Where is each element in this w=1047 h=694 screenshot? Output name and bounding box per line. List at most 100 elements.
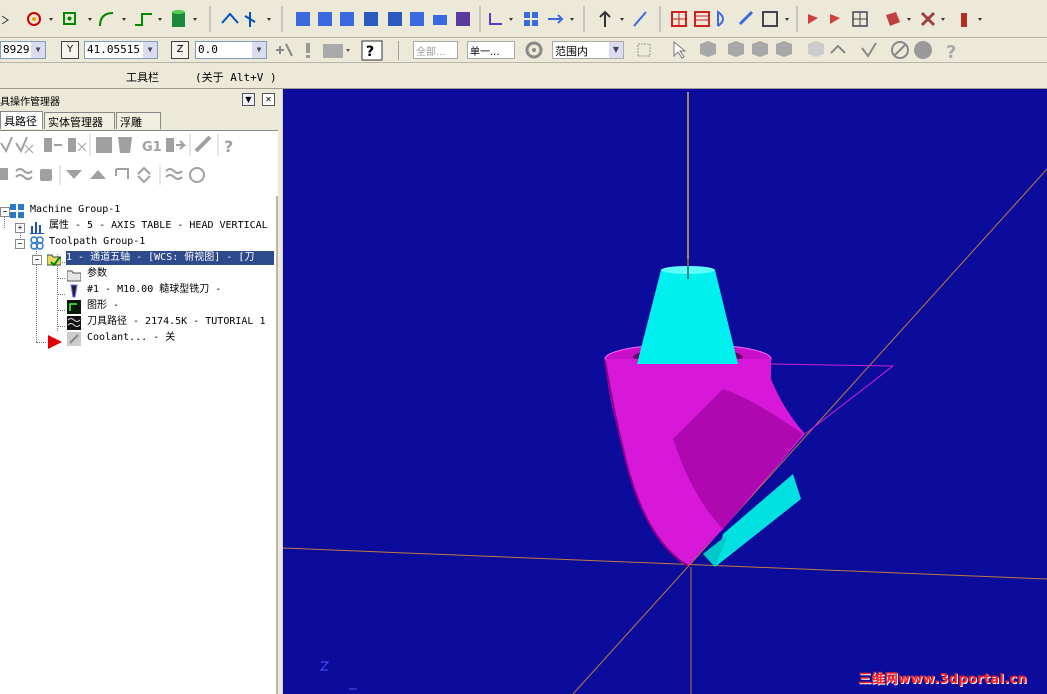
insert-arrow-icon[interactable] xyxy=(115,168,129,179)
tree-item-properties[interactable]: 属性 - 5 - AXIS TABLE - HEAD VERTICAL xyxy=(49,219,268,233)
toolpath-display-icon[interactable] xyxy=(165,168,183,180)
tree-item-toolpath[interactable]: 刀具路径 - 2174.5K - TUTORIAL 1 xyxy=(87,315,265,329)
verify-icon[interactable] xyxy=(118,137,132,153)
analyze-icons[interactable] xyxy=(489,12,564,26)
undo-icon[interactable] xyxy=(830,44,846,54)
tree-item-operation[interactable]: 1 - 通道五轴 - [WCS: 俯视图] - [刀 xyxy=(66,251,274,265)
move-up-icon[interactable] xyxy=(90,170,106,179)
tree-item-geometry[interactable]: 图形 - xyxy=(87,299,119,313)
geometry-icon xyxy=(67,300,81,314)
operation-folder-icon xyxy=(47,254,61,266)
toolpath-icon xyxy=(67,316,81,330)
box-point-icon[interactable] xyxy=(63,12,76,25)
highfeed-icon[interactable] xyxy=(166,138,187,152)
chevron-down-icon[interactable]: ▼ xyxy=(252,42,266,58)
z-axis-indicator xyxy=(319,661,357,690)
z-axis-button[interactable]: Z xyxy=(171,41,189,59)
cylinder-icon[interactable] xyxy=(172,10,185,27)
insert-arrow-icon[interactable] xyxy=(46,335,64,349)
operation-tools: G1 ? xyxy=(0,130,278,197)
fastpoint-icon[interactable] xyxy=(276,43,293,57)
only-show-icon[interactable] xyxy=(189,167,205,183)
help-panel-icon[interactable]: ? xyxy=(224,137,233,156)
help-gray-icon[interactable]: ? xyxy=(946,42,956,63)
tree-item-toolpath-group[interactable]: Toolpath Group-1 xyxy=(49,235,145,249)
toggle-posting-icon[interactable] xyxy=(15,168,33,180)
lock-icon[interactable] xyxy=(0,168,8,180)
tree-collapse-button[interactable]: − xyxy=(0,207,10,217)
move-down-icon[interactable] xyxy=(66,170,82,179)
view-icons[interactable] xyxy=(599,10,967,27)
tab-solids[interactable]: 实体管理器 xyxy=(44,112,115,129)
toolbar-status-strip: 工具栏 (关于 Alt+V ) xyxy=(0,63,1047,89)
toolbar-hint: (关于 Alt+V ) xyxy=(195,71,277,84)
operation-tool-icons: G1 ? xyxy=(0,134,233,185)
toolbar-dropdown-arrows[interactable] xyxy=(49,18,982,21)
z-coordinate-field[interactable]: 0.0 ▼ xyxy=(195,41,267,59)
tree-collapse-button[interactable]: − xyxy=(32,255,42,265)
toolpath-group-icon xyxy=(30,236,44,250)
cursor-icon[interactable] xyxy=(673,40,687,59)
post-icon[interactable]: G1 xyxy=(142,140,162,155)
panel-tabs: 具路径 实体管理器 浮雕 xyxy=(0,111,282,129)
chevron-down-icon[interactable]: ▼ xyxy=(143,42,157,58)
chevron-down-icon[interactable]: ▼ xyxy=(609,42,623,58)
line-icon[interactable] xyxy=(135,13,152,26)
transform-icon[interactable] xyxy=(221,12,239,24)
regenerate-icon[interactable] xyxy=(44,138,62,152)
tablet-icon[interactable] xyxy=(323,44,343,58)
exclamation-icon[interactable] xyxy=(306,43,310,58)
check-icon[interactable] xyxy=(861,42,877,58)
solid-tools-icons[interactable] xyxy=(296,12,470,26)
watermark: 三维网www.3dportal.cn xyxy=(858,672,1027,687)
main-toolbar xyxy=(0,0,1047,38)
panel-header: 具操作管理器 ▼ ✕ xyxy=(0,89,282,109)
range-select[interactable]: 范围内 ▼ xyxy=(552,41,624,59)
z-coordinate-value: 0.0 xyxy=(198,43,218,56)
chevron-down-icon[interactable]: ▼ xyxy=(31,42,45,58)
solid-select-icons[interactable] xyxy=(728,41,824,57)
tree-collapse-button[interactable]: − xyxy=(15,239,25,249)
machine-group-icon xyxy=(10,204,24,218)
range-select-value: 范围内 xyxy=(555,45,588,58)
help-icon[interactable]: ? xyxy=(361,40,383,61)
scroll-icon[interactable] xyxy=(137,166,151,184)
backplot-icon[interactable] xyxy=(96,137,112,153)
operations-tree: − Machine Group-1 + 属性 - 5 - AXIS TABLE … xyxy=(0,196,278,694)
tree-item-tool[interactable]: #1 - M10.00 糙球型铣刀 - xyxy=(87,283,221,297)
tree-expand-button[interactable]: + xyxy=(15,223,25,233)
toolbar-label: 工具栏 xyxy=(126,71,159,84)
close-icon[interactable]: ✕ xyxy=(262,93,275,106)
select-box-icon[interactable] xyxy=(637,43,651,57)
graphics-viewport[interactable]: 三维网www.3dportal.cn xyxy=(283,89,1047,694)
delete-icon[interactable] xyxy=(194,135,212,153)
x-coordinate-field[interactable]: 8929: ▼ xyxy=(0,41,46,59)
tab-art[interactable]: 浮雕 xyxy=(116,112,161,129)
regenerate-dirty-icon[interactable] xyxy=(68,138,87,152)
y-coordinate-field[interactable]: 41.05515 ▼ xyxy=(84,41,158,59)
tool-icon xyxy=(70,284,78,298)
tree-item-parameters[interactable]: 参数 xyxy=(87,267,107,281)
cube-icon[interactable] xyxy=(700,41,716,57)
point-icon[interactable] xyxy=(27,12,41,26)
level-single-field[interactable]: 单一... xyxy=(467,41,515,59)
select-all-icon[interactable] xyxy=(0,136,13,154)
operations-manager-panel: 具操作管理器 ▼ ✕ 具路径 实体管理器 浮雕 G1 ? − Machine G… xyxy=(0,89,282,694)
gear-icon[interactable] xyxy=(522,38,546,63)
level-all-field[interactable]: 全部... xyxy=(413,41,458,59)
separator xyxy=(398,41,399,60)
arc-icon[interactable] xyxy=(99,12,114,27)
arrow-icon[interactable] xyxy=(1,15,9,25)
tree-item-coolant[interactable]: Coolant... - 关 xyxy=(87,331,175,345)
tool-holder xyxy=(637,259,738,364)
select-dirty-icon[interactable] xyxy=(15,136,34,154)
panel-menu-button[interactable]: ▼ xyxy=(242,93,255,106)
folder-icon xyxy=(67,270,81,282)
tree-item-machine-group[interactable]: Machine Group-1 xyxy=(30,203,120,217)
y-axis-button[interactable]: Y xyxy=(61,41,79,59)
tab-toolpaths[interactable]: 具路径 xyxy=(0,111,43,129)
circle-icon[interactable] xyxy=(914,41,932,59)
lock-gray-icon[interactable] xyxy=(40,169,52,181)
mirror-icon[interactable] xyxy=(244,12,256,27)
cancel-icon[interactable] xyxy=(891,41,909,59)
